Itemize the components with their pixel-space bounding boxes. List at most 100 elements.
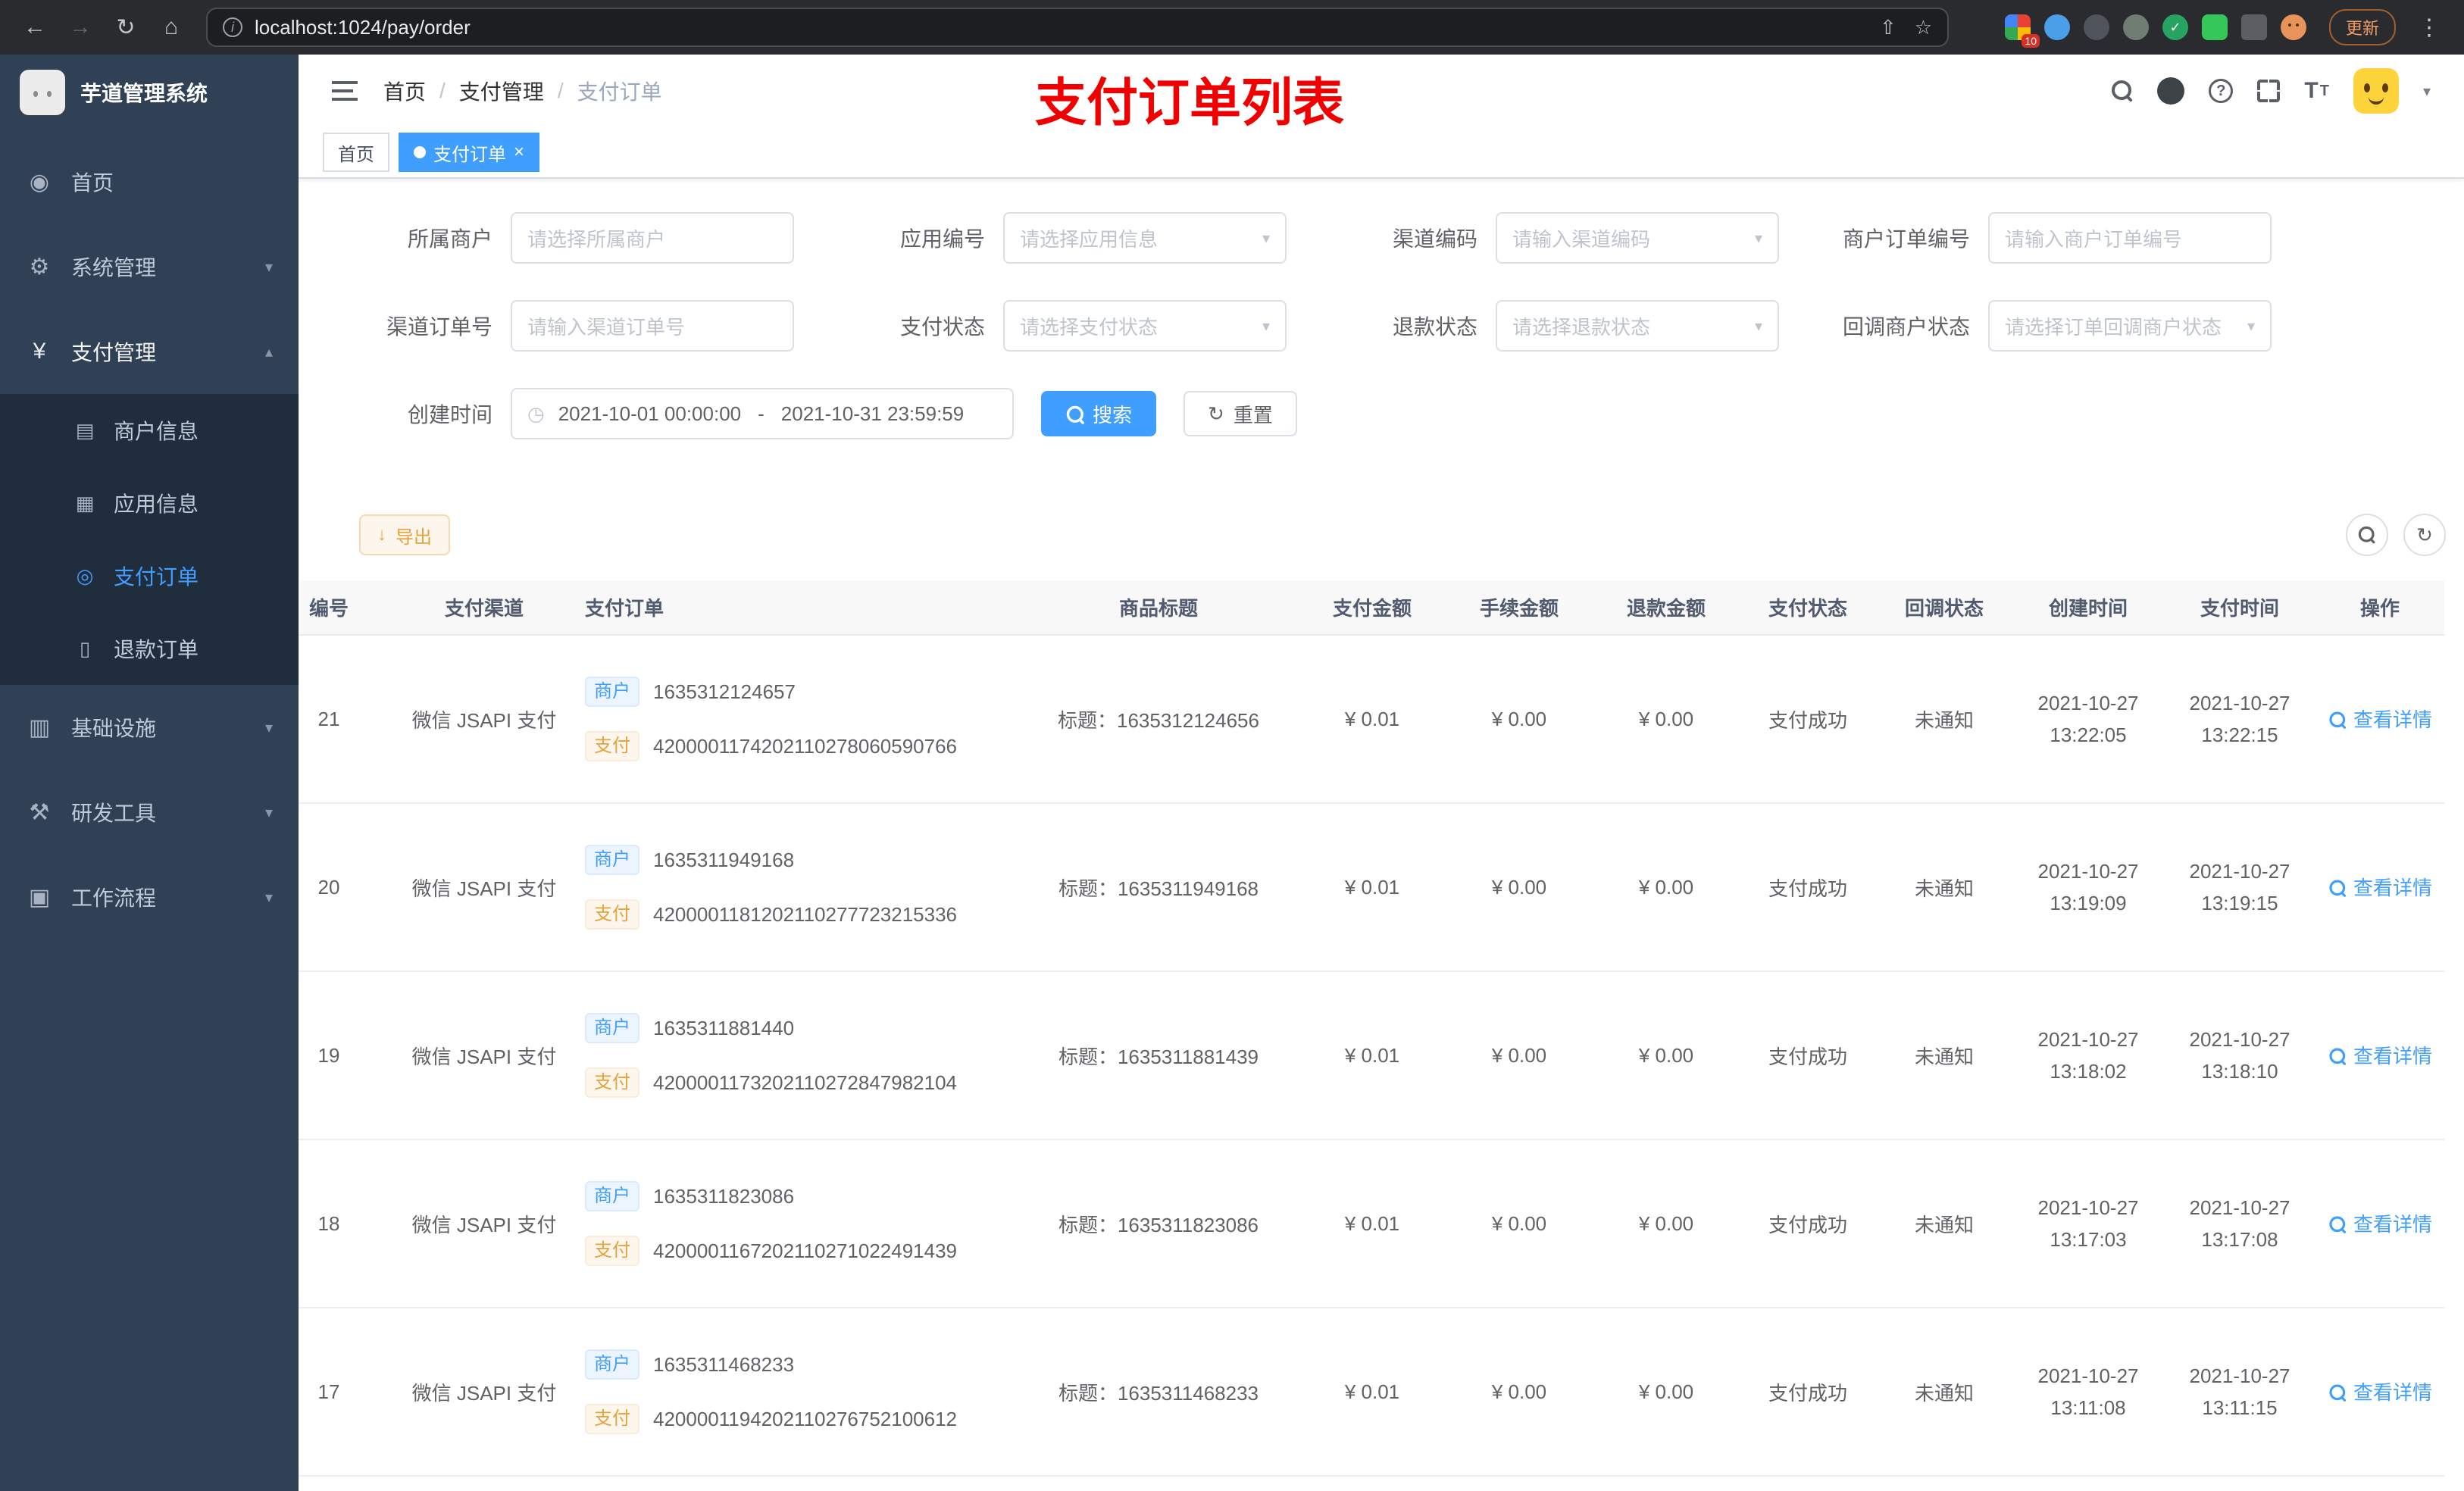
tab-label: 支付订单 [433,144,506,165]
refresh-table-button[interactable]: ↻ [2403,514,2446,556]
view-detail-link[interactable]: 查看详情 [2328,1377,2432,1405]
browser-update-button[interactable]: 更新 [2328,9,2396,45]
sidebar-item-infrastructure[interactable]: ▥ 基础设施 ▾ [0,685,299,770]
address-bar[interactable]: i localhost:1024/pay/order ⇧ ☆ [206,8,1949,47]
refund-status-select[interactable]: 请选择退款状态 ▾ [1496,300,1779,352]
help-icon[interactable]: ? [2209,79,2234,103]
channel-order-no-input[interactable]: 请输入渠道订单号 [511,300,794,352]
order-lines: 商户 1635312124657 支付 42000011742021102780605… [585,636,1018,802]
filter-label: 回调商户状态 [1842,315,1970,339]
browser-menu-icon[interactable]: ⋮ [2409,8,2449,47]
merchant-input[interactable]: 请选择所属商户 [511,212,794,264]
notify-status-select[interactable]: 请选择订单回调商户状态 ▾ [1988,300,2272,352]
app-grid-icon: ▦ [75,491,95,514]
chevron-down-icon: ▾ [264,889,273,906]
table-row: 商户1635311357866支付 [299,1476,2444,1491]
sidebar-item-app-info[interactable]: ▦ 应用信息 [0,467,299,539]
close-tab-icon[interactable]: × [514,143,524,161]
bookmark-star-icon[interactable]: ☆ [1915,16,1932,39]
cell-fee-amount: ¥ 0.00 [1446,1139,1593,1308]
column-header: 支付状态 [1740,580,1876,636]
merchant-order-no-input[interactable]: 请输入商户订单编号 [1988,212,2272,264]
channel-code-select[interactable]: 请输入渠道编码 ▾ [1496,212,1779,264]
time-line: 13:11:15 [2202,1396,2278,1419]
view-detail-link[interactable]: 查看详情 [2328,705,2432,733]
app-logo[interactable]: 芋道管理系统 [0,55,299,130]
back-icon[interactable]: ← [15,8,55,47]
sidebar-item-dev-tools[interactable]: ⚒ 研发工具 ▾ [0,770,299,855]
reset-button[interactable]: ↻ 重置 [1184,391,1297,436]
breadcrumb-pay-management[interactable]: 支付管理 [459,76,544,106]
cell-refund-amount: ¥ 0.00 [1593,971,1740,1140]
sidebar-item-merchant-info[interactable]: ▤ 商户信息 [0,394,299,467]
export-button[interactable]: ↓ 导出 [359,514,450,555]
extension-gray-icon[interactable] [2122,14,2149,40]
time-line: 13:17:03 [2050,1228,2127,1251]
toggle-search-button[interactable] [2346,514,2388,556]
view-detail-link[interactable]: 查看详情 [2328,873,2432,901]
extensions-puzzle-icon[interactable] [2240,14,2267,40]
user-avatar[interactable] [2353,68,2399,114]
home-icon[interactable]: ⌂ [152,8,191,47]
download-icon: ↓ [377,524,386,545]
create-time-range-picker[interactable]: ◷ 2021-10-01 00:00:00 - 2021-10-31 23:59… [511,388,1014,439]
filter-label: 所属商户 [407,227,492,251]
search-button[interactable]: 搜索 [1041,391,1157,436]
filter-form: 所属商户 请选择所属商户 应用编号 请选择应用信息 ▾ 渠道编码 请输入渠道编码 ▾ 商户订单编… [299,179,2464,476]
github-icon[interactable] [2157,77,2185,105]
browser-chrome: ← → ↻ ⌂ i localhost:1024/pay/order ⇧ ☆ 1… [0,0,2464,55]
cell-channel: 微信 JSAPI 支付 [405,971,564,1140]
extension-grid-icon[interactable]: 10 [2004,14,2040,48]
sidebar-item-refund-order[interactable]: ▯ 退款订单 [0,612,299,685]
view-detail-link[interactable]: 查看详情 [2328,1209,2432,1237]
browser-profile-avatar[interactable] [2280,14,2306,40]
sidebar-item-payment-management[interactable]: ¥ 支付管理 ▴ [0,309,299,394]
cell-no [299,1476,405,1491]
site-info-icon[interactable]: i [223,17,242,37]
cell-channel [405,1476,564,1491]
pay-status-select[interactable]: 请选择支付状态 ▾ [1003,300,1287,352]
time-line: 13:22:15 [2201,724,2278,746]
tab-home[interactable]: 首页 [323,133,389,172]
app-id-select[interactable]: 请选择应用信息 ▾ [1003,212,1287,264]
search-icon[interactable] [2112,80,2133,102]
extension-check-icon[interactable]: ✓ [2162,14,2188,40]
yen-icon: ¥ [33,339,46,364]
time-line: 13:19:15 [2201,892,2278,914]
extension-drop-icon[interactable] [2043,14,2070,40]
date-end-value: 2021-10-31 23:59:59 [780,402,965,425]
sidebar-item-workflow[interactable]: ▣ 工作流程 ▾ [0,855,299,939]
sidebar-item-pay-order[interactable]: ◎ 支付订单 [0,539,299,612]
font-size-small-glyph: T [2319,82,2329,99]
reload-icon[interactable]: ↻ [106,8,145,47]
sidebar-item-home[interactable]: ◉ 首页 [0,139,299,224]
breadcrumb-home[interactable]: 首页 [383,76,426,106]
extension-chat-icon[interactable] [2201,14,2228,40]
pay-tag: 支付 [585,899,639,930]
cell-refund-amount [1593,1476,1740,1491]
channel-pay-no: 4200001173202110272847982104 [653,1071,958,1094]
hamburger-icon[interactable] [332,81,358,101]
merchant-order-line: 商户 1635311823086 [585,1180,1018,1213]
merchant-tag: 商户 [585,1349,639,1380]
fullscreen-icon[interactable] [2257,80,2280,102]
screenshot-root: ← → ↻ ⌂ i localhost:1024/pay/order ⇧ ☆ 1… [0,0,2464,1491]
merchant-order-line: 商户 1635311949168 [585,843,1018,877]
forward-icon[interactable]: → [61,8,100,47]
tab-pay-order[interactable]: 支付订单 × [399,133,540,172]
cell-title [1018,1476,1299,1491]
cell-fee-amount: ¥ 0.00 [1446,803,1593,972]
chevron-down-icon[interactable]: ▾ [2423,82,2431,101]
font-size-icon[interactable]: TT [2304,78,2329,104]
channel-pay-no: 4200001174202110278060590766 [653,734,958,758]
search-icon [1066,405,1083,423]
sidebar-item-system-management[interactable]: ⚙ 系统管理 ▾ [0,224,299,309]
active-dot-icon [414,146,426,158]
sidebar-item-label: 首页 [71,171,114,195]
app-title: 芋道管理系统 [80,82,208,105]
view-detail-link[interactable]: 查看详情 [2328,1041,2432,1069]
refresh-icon: ↻ [1208,402,1224,425]
share-icon[interactable]: ⇧ [1880,16,1896,39]
extension-dark-icon[interactable] [2083,14,2109,40]
filter-label: 渠道订单号 [386,315,492,339]
